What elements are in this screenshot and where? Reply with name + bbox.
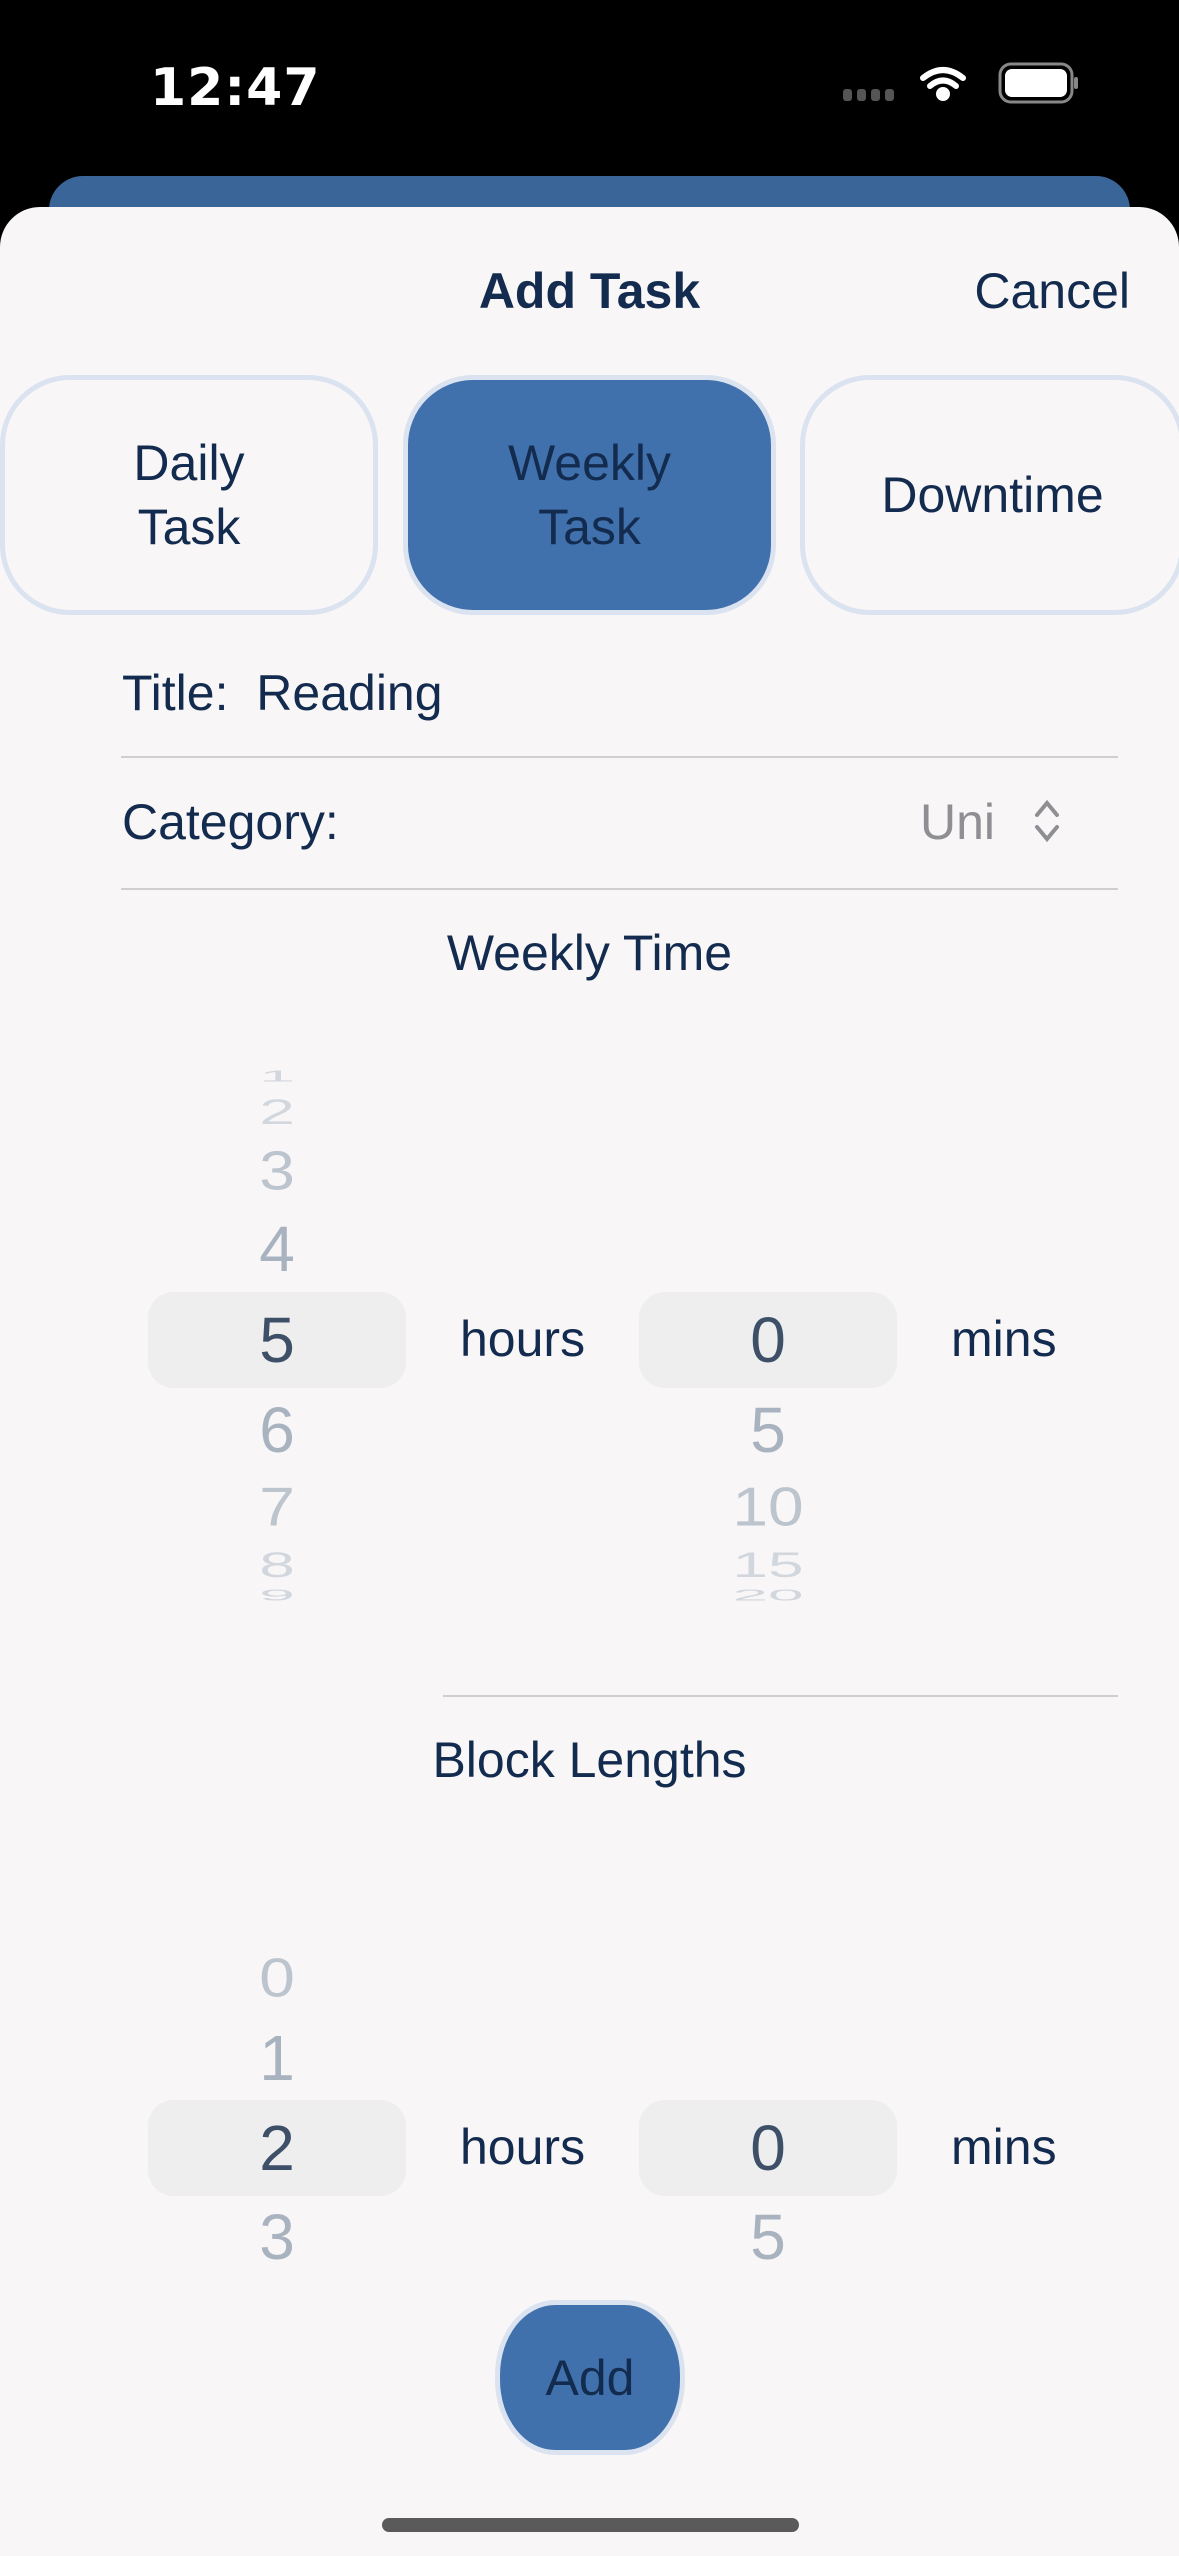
mins-option[interactable]: 20 xyxy=(639,1587,897,1603)
mins-option[interactable]: 10 xyxy=(639,1480,897,1534)
title-field[interactable]: Title: Reading xyxy=(122,664,443,722)
wifi-icon xyxy=(920,67,966,101)
status-icons xyxy=(843,62,1078,104)
divider xyxy=(443,1695,1118,1697)
home-indicator xyxy=(382,2518,799,2532)
hours-option[interactable]: 1 xyxy=(148,1068,406,1084)
chevron-up-down-icon xyxy=(1034,799,1059,843)
category-picker[interactable]: Uni xyxy=(920,793,1067,851)
status-time: 12:47 xyxy=(150,58,321,118)
title-value: Reading xyxy=(256,665,443,721)
hours-unit-label: hours xyxy=(460,1311,586,1367)
hours-option[interactable]: 9 xyxy=(148,1587,406,1603)
hours-option[interactable]: 3 xyxy=(148,1144,406,1198)
hours-selected-value[interactable]: 2 xyxy=(148,2116,406,2180)
battery-icon xyxy=(998,62,1078,104)
weekly-time-heading: Weekly Time xyxy=(446,925,733,981)
divider xyxy=(121,756,1118,758)
hours-option[interactable]: 1 xyxy=(148,2026,406,2090)
add-button[interactable]: Add xyxy=(495,2300,685,2455)
hours-option[interactable]: 3 xyxy=(148,2205,406,2269)
tab-label: Downtime xyxy=(881,467,1104,523)
mins-selected-value[interactable]: 0 xyxy=(639,2116,897,2180)
mins-selected-value[interactable]: 0 xyxy=(639,1308,897,1372)
tab-weekly-task[interactable]: Weekly Task xyxy=(403,375,776,615)
hours-option[interactable]: 2 xyxy=(148,1094,406,1129)
category-value: Uni xyxy=(920,794,996,850)
divider xyxy=(121,888,1118,890)
hours-option[interactable]: 0 xyxy=(148,1951,406,2005)
hours-unit-label: hours xyxy=(460,2119,586,2175)
hours-option[interactable]: 6 xyxy=(148,1398,406,1462)
tab-label: Task xyxy=(137,499,241,555)
block-lengths-heading: Block Lengths xyxy=(432,1732,747,1788)
mins-option[interactable]: 15 xyxy=(639,1547,897,1582)
hours-option[interactable]: 4 xyxy=(148,1217,406,1281)
tab-label: Weekly xyxy=(507,435,671,491)
signal-dots-icon xyxy=(843,89,894,101)
title-label: Title: xyxy=(122,665,229,721)
tab-label: Daily xyxy=(133,435,245,491)
hours-option[interactable]: 7 xyxy=(148,1480,406,1534)
category-label: Category: xyxy=(122,794,339,850)
hours-selected-value[interactable]: 5 xyxy=(148,1308,406,1372)
cancel-button[interactable]: Cancel xyxy=(974,262,1130,320)
mins-unit-label: mins xyxy=(951,1311,1057,1367)
mins-unit-label: mins xyxy=(951,2119,1057,2175)
tab-downtime[interactable]: Downtime xyxy=(800,375,1179,615)
mins-option[interactable]: 5 xyxy=(639,1398,897,1462)
tab-label: Task xyxy=(538,499,641,555)
hours-option[interactable]: 8 xyxy=(148,1547,406,1582)
tab-daily-task[interactable]: Daily Task xyxy=(0,375,378,615)
mins-option[interactable]: 5 xyxy=(639,2205,897,2269)
